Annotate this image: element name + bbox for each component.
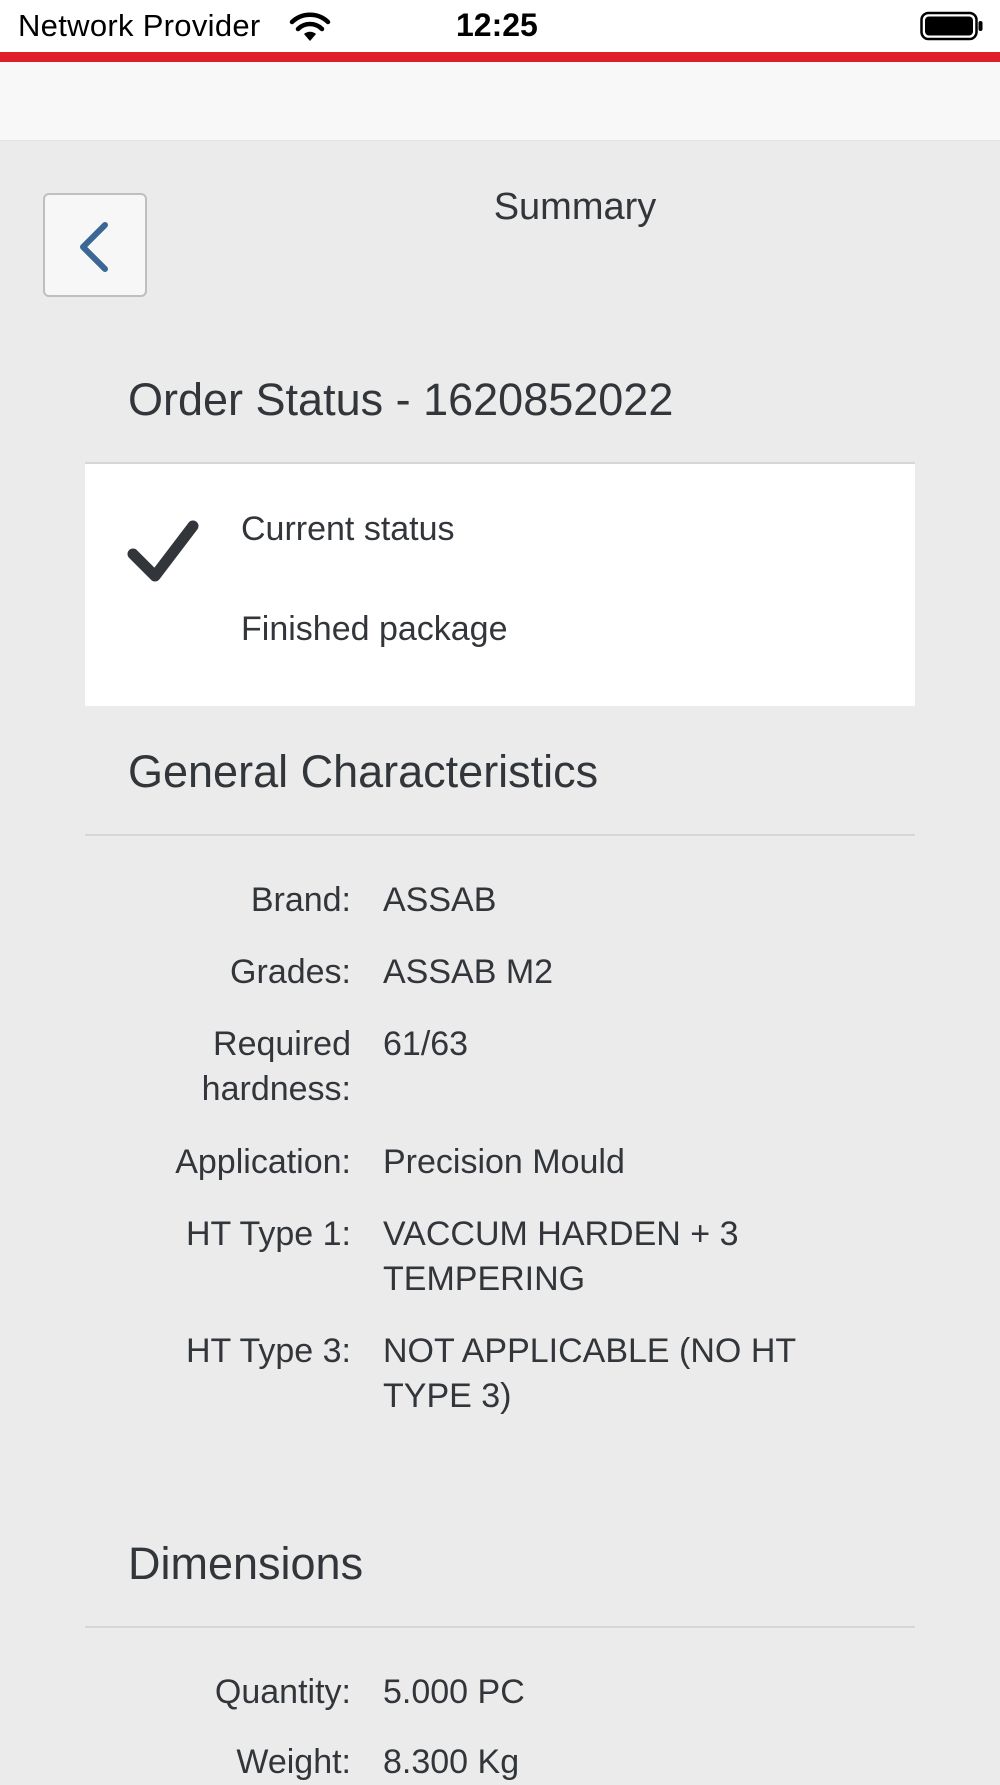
chevron-left-icon <box>80 222 108 272</box>
field-value: Precision Mould <box>383 1143 625 1181</box>
field-label: Quantity: <box>214 1673 351 1711</box>
field-label: Grades: <box>230 953 351 991</box>
clock: 12:25 <box>456 7 538 43</box>
field-label: Application: <box>175 1143 351 1181</box>
section-divider <box>85 1626 915 1628</box>
field-value: 61/63 <box>383 1025 469 1063</box>
back-button[interactable] <box>43 193 147 297</box>
order-status-title: Order Status - 1620852022 <box>128 374 674 425</box>
wifi-icon <box>289 12 331 41</box>
current-status-value: Finished package <box>241 610 508 648</box>
battery-icon <box>920 11 983 41</box>
check-icon <box>127 520 199 582</box>
section-divider <box>85 834 915 836</box>
field-label: Brand: <box>250 881 351 919</box>
field-label: HT Type 1: <box>185 1215 351 1253</box>
field-value: ASSAB M2 <box>383 953 554 991</box>
app-header <box>0 62 1000 141</box>
field-value: 8.300 Kg <box>383 1743 520 1781</box>
page-title: Summary <box>493 186 657 228</box>
status-bar: Network Provider 12:25 <box>0 0 1000 52</box>
field-value: ASSAB <box>383 881 497 919</box>
status-card: Current status Finished package <box>85 462 915 706</box>
field-label: HT Type 3: <box>185 1332 351 1370</box>
current-status-label: Current status <box>241 510 455 548</box>
field-value: 5.000 PC <box>383 1673 525 1711</box>
general-characteristics-title: General Characteristics <box>128 746 599 797</box>
field-value: NOT APPLICABLE (NO HT TYPE 3) <box>383 1332 796 1415</box>
field-label: Weight: <box>236 1743 351 1781</box>
brand-accent-bar <box>0 52 1000 62</box>
field-label: Required hardness: <box>201 1025 351 1108</box>
field-value: VACCUM HARDEN + 3 TEMPERING <box>383 1215 739 1298</box>
carrier-name: Network Provider <box>18 8 261 43</box>
dimensions-title: Dimensions <box>128 1538 364 1589</box>
